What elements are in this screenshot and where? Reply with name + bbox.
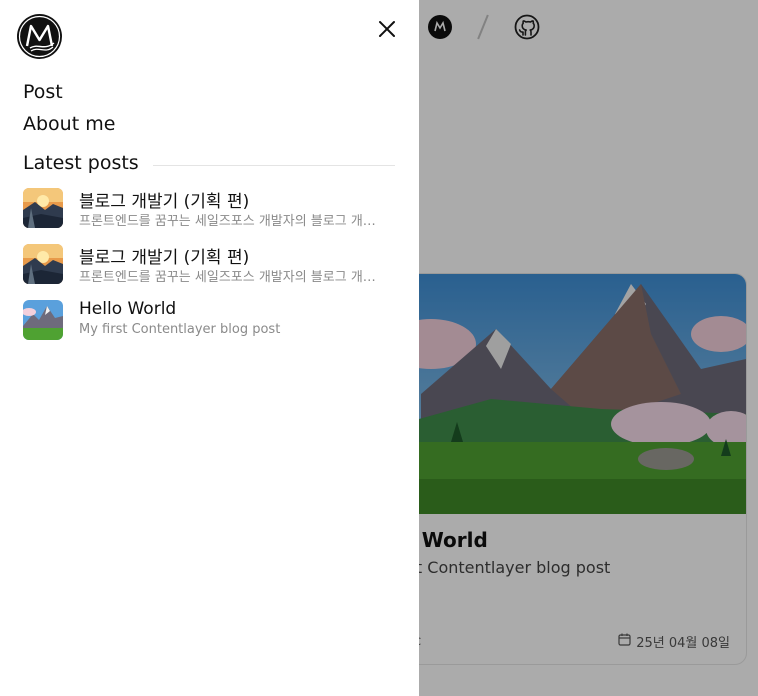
post-thumbnail (23, 300, 63, 340)
post-title: Hello World (79, 299, 177, 319)
post-description: 프론트엔드를 꿈꾸는 세일즈포스 개발자의 블로그 개발기 (기획 편) (79, 270, 385, 285)
m-logo-icon[interactable] (16, 13, 63, 60)
close-button[interactable] (374, 16, 400, 42)
section-divider (153, 165, 395, 166)
latest-post-item[interactable]: 블로그 개발기 (기획 편) 프론트엔드를 꿈꾸는 세일즈포스 개발자의 블로그… (23, 188, 393, 232)
latest-posts-heading: Latest posts (23, 152, 139, 174)
post-description: 프론트엔드를 꿈꾸는 세일즈포스 개발자의 블로그 개발기 (기획 편) (79, 214, 385, 229)
nav-link-post[interactable]: Post (23, 81, 63, 103)
nav-link-about-me[interactable]: About me (23, 113, 115, 135)
mobile-nav-drawer: Post About me Latest posts 블로그 개발기 (기획 편… (0, 0, 419, 696)
post-description: My first Contentlayer blog post (79, 322, 281, 337)
post-thumbnail (23, 188, 63, 228)
close-icon (379, 21, 395, 37)
post-title: 블로그 개발기 (기획 편) (79, 192, 250, 212)
latest-post-item[interactable]: 블로그 개발기 (기획 편) 프론트엔드를 꿈꾸는 세일즈포스 개발자의 블로그… (23, 244, 393, 288)
post-thumbnail (23, 244, 63, 284)
latest-post-item[interactable]: Hello World My first Contentlayer blog p… (23, 299, 393, 344)
post-title: 블로그 개발기 (기획 편) (79, 248, 250, 268)
